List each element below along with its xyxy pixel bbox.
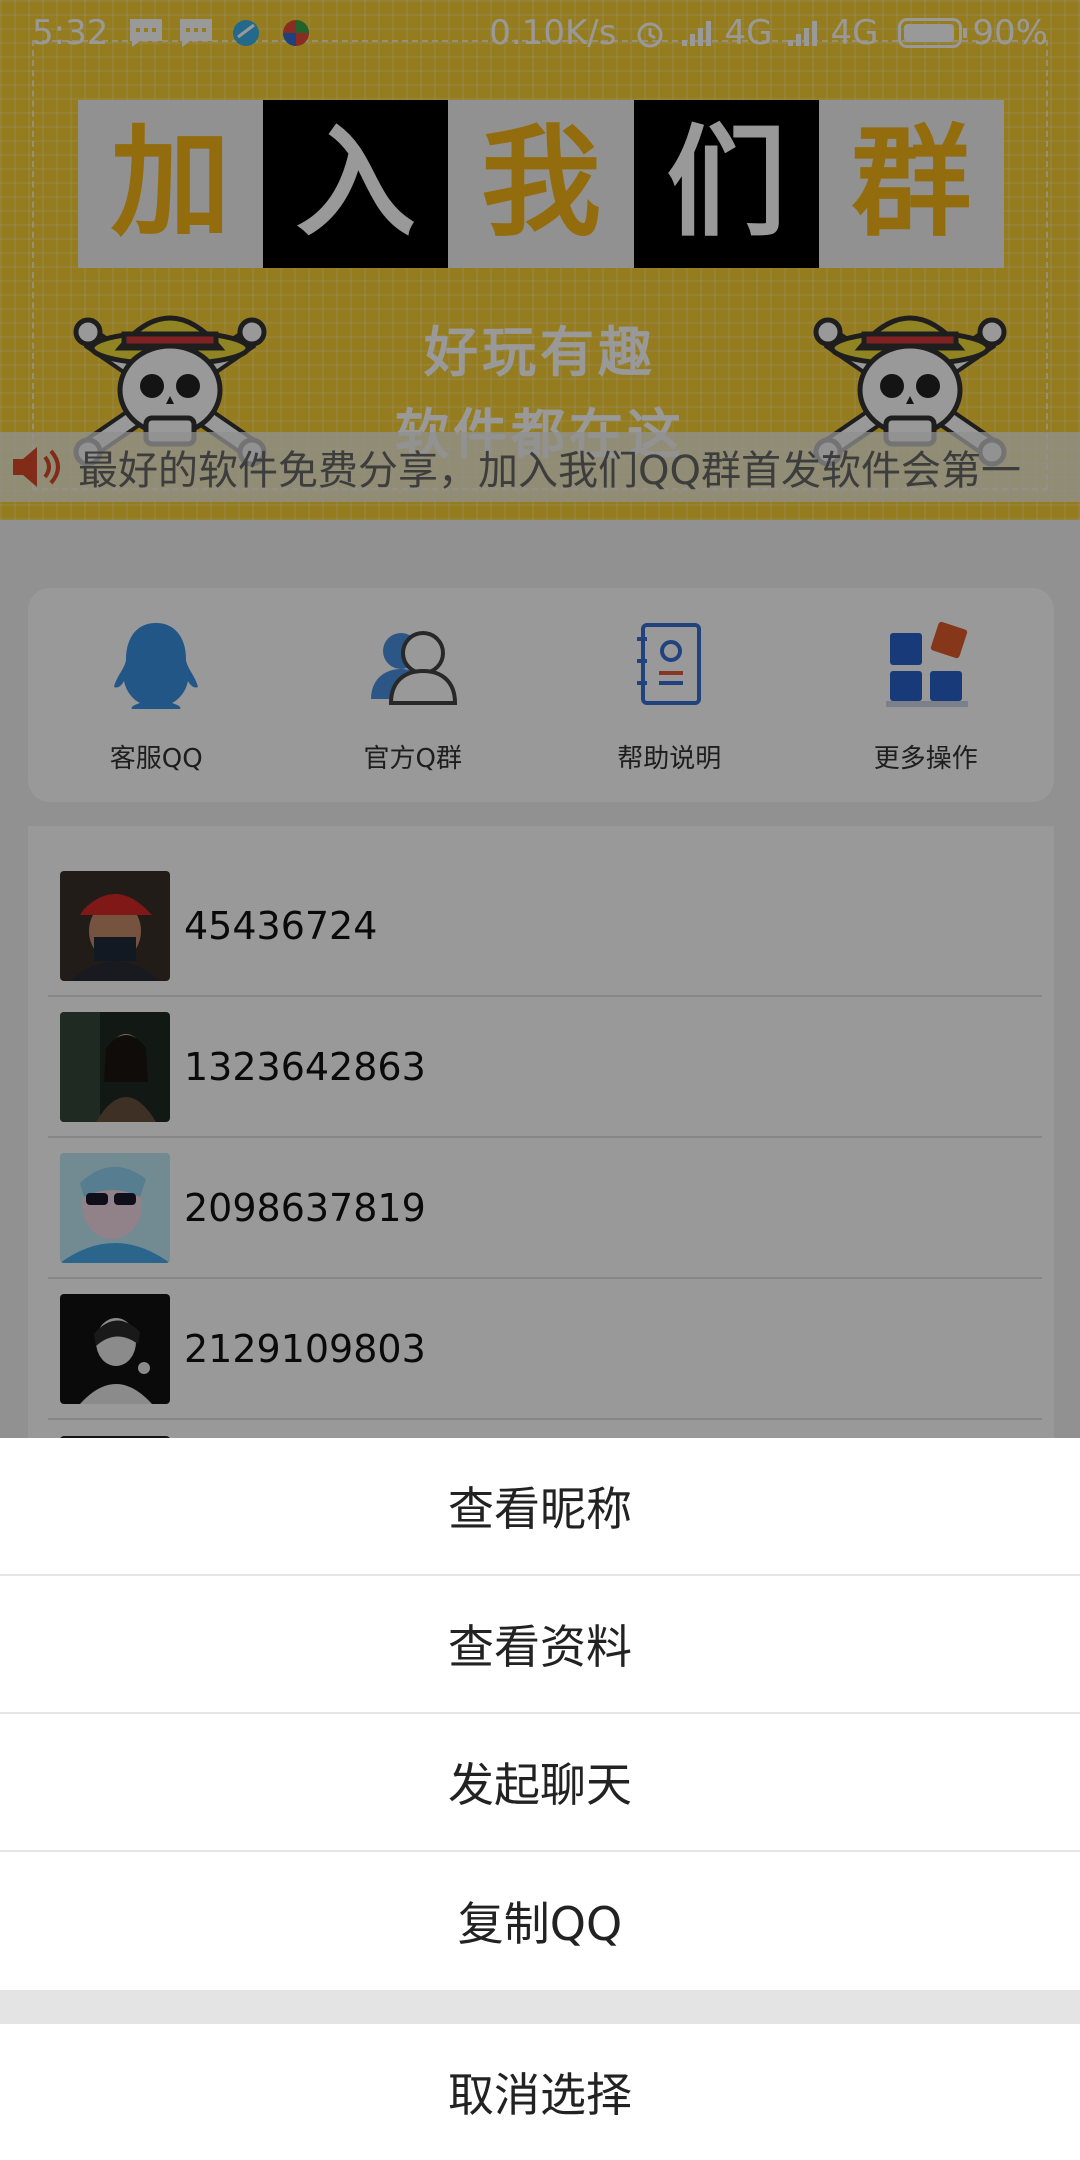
action-start-chat[interactable]: 发起聊天 bbox=[0, 1714, 1080, 1852]
cancel-button[interactable]: 取消选择 bbox=[0, 2024, 1080, 2160]
action-copy-qq[interactable]: 复制QQ bbox=[0, 1852, 1080, 1990]
action-view-nickname[interactable]: 查看昵称 bbox=[0, 1438, 1080, 1576]
action-view-profile[interactable]: 查看资料 bbox=[0, 1576, 1080, 1714]
action-sheet: 查看昵称 查看资料 发起聊天 复制QQ 取消选择 bbox=[0, 1438, 1080, 2160]
